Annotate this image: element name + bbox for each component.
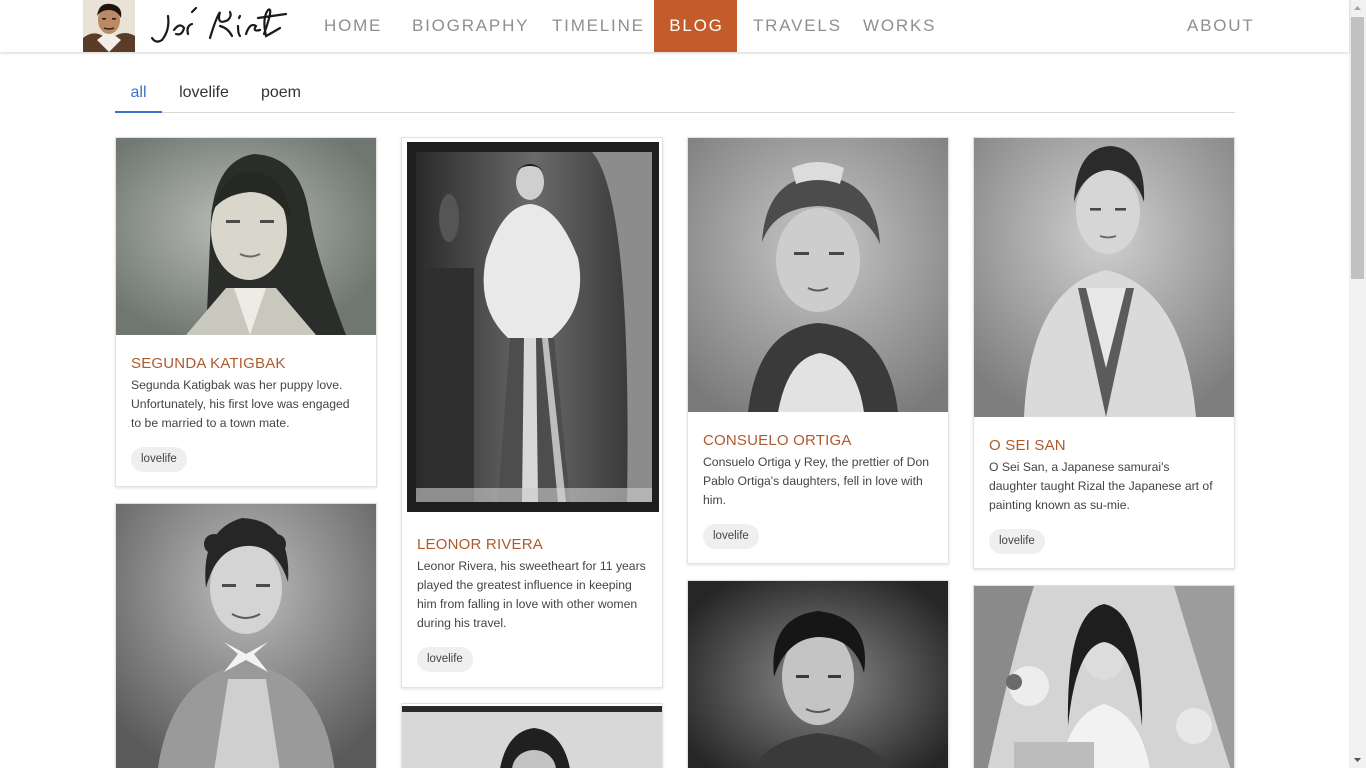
card-title[interactable]: O SEI SAN: [989, 437, 1066, 454]
blog-card-partial[interactable]: [687, 580, 949, 768]
nav-home[interactable]: HOME: [324, 0, 382, 52]
page-scrollbar[interactable]: [1349, 0, 1366, 768]
blog-card-partial[interactable]: [401, 703, 663, 768]
tab-all[interactable]: all: [115, 74, 162, 113]
card-tag[interactable]: lovelife: [417, 647, 473, 672]
blog-card-partial[interactable]: [115, 503, 377, 768]
tab-poem[interactable]: poem: [259, 74, 303, 113]
portrait-photo[interactable]: [974, 586, 1234, 768]
blog-card-leonor-rivera[interactable]: LEONOR RIVERA Leonor Rivera, his sweethe…: [401, 137, 663, 688]
rizal-portrait-logo[interactable]: [83, 0, 135, 52]
top-navbar: HOME BIOGRAPHY TIMELINE BLOG TRAVELS WOR…: [0, 0, 1349, 52]
nav-blog[interactable]: BLOG: [654, 0, 737, 52]
consuelo-ortiga-photo[interactable]: [688, 138, 948, 412]
o-sei-san-photo[interactable]: [974, 138, 1234, 417]
leonor-rivera-photo[interactable]: [402, 138, 662, 516]
nav-travels[interactable]: TRAVELS: [753, 0, 842, 52]
segunda-katigbak-photo[interactable]: [116, 138, 376, 335]
card-title[interactable]: CONSUELO ORTIGA: [703, 432, 852, 449]
tab-lovelife[interactable]: lovelife: [178, 74, 230, 113]
scroll-down-arrow-icon[interactable]: [1349, 751, 1366, 768]
portrait-photo[interactable]: [116, 504, 376, 768]
nav-about[interactable]: ABOUT: [1187, 0, 1255, 52]
nav-timeline[interactable]: TIMELINE: [552, 0, 645, 52]
scrollbar-thumb[interactable]: [1351, 17, 1364, 279]
card-tag[interactable]: lovelife: [131, 447, 187, 472]
portrait-photo[interactable]: [688, 581, 948, 768]
card-tag[interactable]: lovelife: [703, 524, 759, 549]
blog-card-o-sei-san[interactable]: O SEI SAN O Sei San, a Japanese samurai'…: [973, 137, 1235, 569]
card-excerpt: O Sei San, a Japanese samurai's daughter…: [989, 460, 1213, 512]
blog-card-consuelo-ortiga[interactable]: CONSUELO ORTIGA Consuelo Ortiga y Rey, t…: [687, 137, 949, 564]
card-excerpt: Consuelo Ortiga y Rey, the prettier of D…: [703, 455, 930, 507]
category-tabs: all lovelife poem: [115, 74, 1235, 113]
portrait-photo[interactable]: [402, 704, 662, 768]
jose-rizal-signature-logo[interactable]: [146, 4, 291, 48]
blog-card-partial[interactable]: [973, 585, 1235, 768]
blog-card-segunda-katigbak[interactable]: SEGUNDA KATIGBAK Segunda Katigbak was he…: [115, 137, 377, 487]
card-excerpt: Segunda Katigbak was her puppy love. Unf…: [131, 378, 350, 430]
scroll-up-arrow-icon[interactable]: [1349, 0, 1366, 17]
nav-biography[interactable]: BIOGRAPHY: [412, 0, 529, 52]
card-title[interactable]: LEONOR RIVERA: [417, 536, 543, 553]
nav-works[interactable]: WORKS: [863, 0, 936, 52]
card-tag[interactable]: lovelife: [989, 529, 1045, 554]
card-excerpt: Leonor Rivera, his sweetheart for 11 yea…: [417, 559, 646, 630]
card-title[interactable]: SEGUNDA KATIGBAK: [131, 355, 286, 372]
